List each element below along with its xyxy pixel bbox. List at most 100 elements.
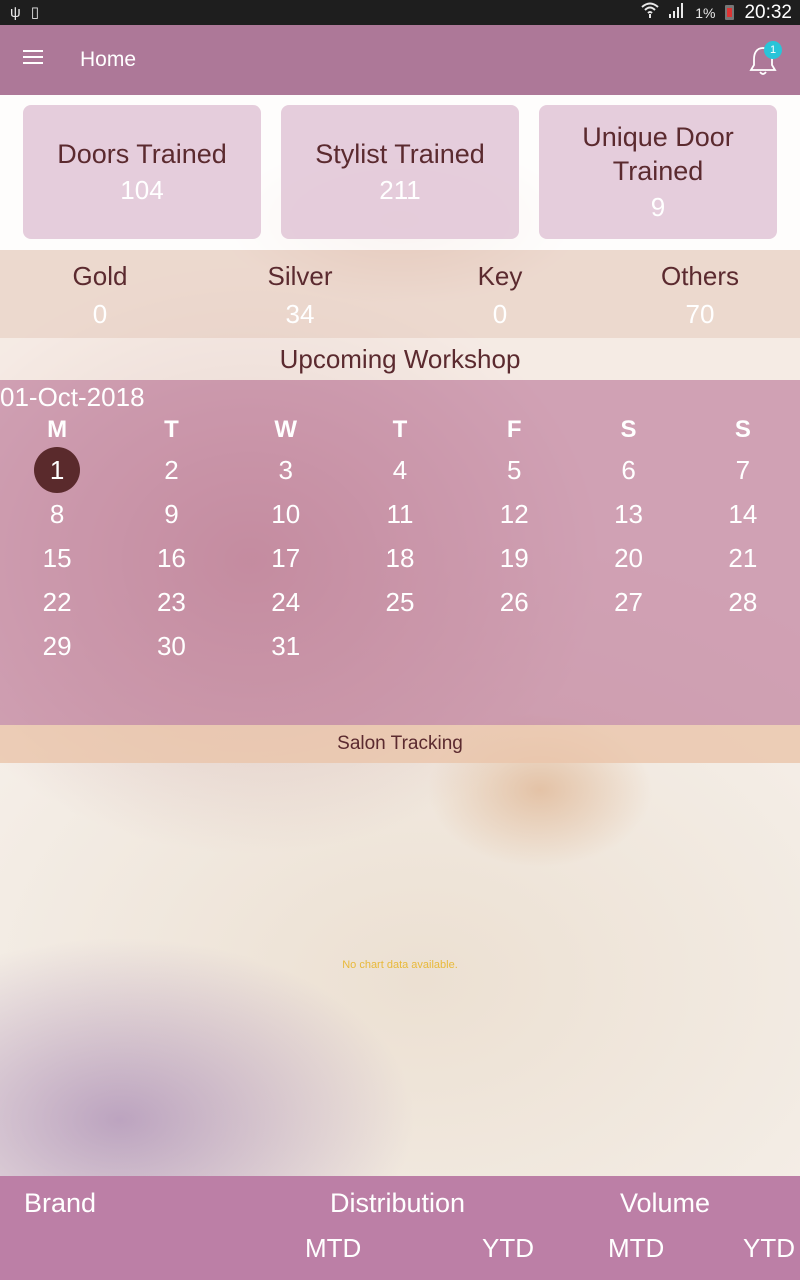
calendar-day-number: 27	[614, 586, 643, 617]
calendar-day-number: 30	[156, 630, 186, 661]
no-sim-icon: ▯	[30, 4, 39, 21]
calendar-day[interactable]: 9	[114, 492, 228, 536]
calendar-day[interactable]: 10	[229, 492, 343, 536]
signal-icon	[669, 2, 685, 23]
column-header-distribution-ytd: YTD	[482, 1233, 534, 1263]
calendar-weekday: F	[506, 416, 522, 443]
calendar-week-row: 15 16 17 18 19 20 21	[0, 536, 800, 580]
stats-section: Doors Trained 104 Stylist Trained 211 Un…	[0, 95, 800, 250]
calendar-day-number: 31	[271, 630, 301, 661]
brand-table-header: Brand Distribution Volume MTD YTD MTD YT…	[0, 1176, 800, 1280]
empty-chart-message: No chart data available.	[342, 959, 458, 971]
calendar-date: 01-Oct-2018	[0, 382, 145, 412]
calendar-day-number: 28	[728, 586, 758, 617]
calendar-day-number: 22	[42, 586, 72, 617]
calendar-day-number: 20	[614, 542, 643, 573]
stat-card-doors-trained[interactable]: Doors Trained 104	[23, 105, 261, 239]
stat-card-unique-door-trained[interactable]: Unique Door Trained 9	[539, 105, 777, 239]
calendar-day[interactable]: 5	[457, 448, 571, 492]
calendar-weekday: M	[47, 416, 68, 443]
calendar-day-number: 5	[507, 454, 522, 485]
stat-value: 211	[379, 175, 421, 205]
section-title-upcoming-workshop: Upcoming Workshop	[0, 338, 800, 380]
calendar-week-row: 1 2 3 4 5 6 7	[0, 447, 800, 493]
tier-label: Key	[477, 261, 523, 291]
calendar-weekday: W	[274, 416, 298, 443]
calendar-weekday: T	[164, 416, 179, 443]
calendar-day[interactable]: 26	[457, 580, 571, 624]
calendar-week-row: 29 30 31	[0, 624, 800, 668]
calendar-day[interactable]: 27	[571, 580, 685, 624]
menu-button[interactable]	[0, 25, 72, 95]
calendar-day-number: 9	[164, 498, 179, 529]
calendar-week-row: 8 9 10 11 12 13 14	[0, 492, 800, 536]
calendar-empty-cell	[343, 624, 457, 668]
tier-gold: Gold 0	[0, 250, 200, 338]
calendar-day[interactable]: 25	[343, 580, 457, 624]
calendar-day-number: 1	[34, 447, 81, 493]
calendar-day[interactable]: 4	[343, 448, 457, 492]
notifications-button[interactable]: 1	[746, 39, 782, 79]
calendar-day-number: 29	[42, 630, 72, 661]
calendar-day-number: 17	[271, 542, 301, 573]
battery-icon	[725, 5, 735, 20]
app-bar: Home 1	[0, 25, 800, 95]
calendar-day[interactable]: 16	[114, 536, 228, 580]
tier-label: Others	[660, 261, 740, 291]
calendar-day[interactable]: 1	[0, 447, 114, 493]
calendar-weekday: T	[392, 416, 408, 443]
calendar-day[interactable]: 21	[686, 536, 800, 580]
calendar-day-number: 12	[499, 498, 529, 529]
calendar-day-number: 2	[164, 454, 179, 485]
clock: 20:32	[744, 1, 792, 23]
calendar-day-number: 14	[728, 498, 758, 529]
calendar-day[interactable]: 23	[114, 580, 228, 624]
calendar-day-number: 11	[386, 498, 414, 529]
stat-label: Unique Door Trained	[582, 122, 734, 186]
calendar-day[interactable]: 6	[571, 448, 685, 492]
calendar-weekday-row: MTWTFSS	[0, 412, 800, 448]
calendar-day-number: 26	[499, 586, 529, 617]
calendar-grid: M T W T F S S 1 2 3 4 5 6 7 8 9 10 11 12 13 14 15 16 17 18 19 20 21…	[0, 412, 800, 668]
calendar-week-row: 22 23 24 25 26 27 28	[0, 580, 800, 624]
calendar-day[interactable]: 7	[686, 448, 800, 492]
calendar-day[interactable]: 18	[343, 536, 457, 580]
calendar-day[interactable]: 2	[114, 448, 228, 492]
calendar-day[interactable]: 17	[229, 536, 343, 580]
calendar-day-number: 23	[156, 586, 186, 617]
column-header-volume: Volume	[620, 1188, 711, 1218]
calendar-weekday: S	[620, 416, 637, 443]
calendar-day[interactable]: 8	[0, 492, 114, 536]
calendar-day[interactable]: 28	[686, 580, 800, 624]
status-bar: ψ ▯ 1% 20:32	[0, 0, 800, 25]
stat-card-stylist-trained[interactable]: Stylist Trained 211	[281, 105, 519, 239]
calendar-day[interactable]: 12	[457, 492, 571, 536]
calendar-day[interactable]: 3	[229, 448, 343, 492]
calendar-day[interactable]: 29	[0, 624, 114, 668]
calendar-day-number: 21	[728, 542, 758, 573]
column-header-volume-mtd: MTD	[608, 1233, 665, 1263]
hamburger-icon	[23, 50, 43, 64]
calendar-day-number: 4	[392, 454, 408, 485]
page-title: Home	[80, 48, 137, 71]
calendar-day[interactable]: 19	[457, 536, 571, 580]
calendar-day-number: 24	[271, 586, 301, 617]
calendar-day[interactable]: 13	[571, 492, 685, 536]
salon-tracking-chart: No chart data available.	[0, 763, 800, 1176]
calendar-day[interactable]: 22	[0, 580, 114, 624]
calendar-empty-cell	[686, 624, 800, 668]
tier-label: Silver	[267, 261, 333, 291]
stat-label: Stylist Trained	[315, 139, 485, 169]
calendar-day[interactable]: 11	[343, 492, 457, 536]
stat-value: 9	[650, 192, 666, 222]
calendar-empty-cell	[457, 624, 571, 668]
calendar-day[interactable]: 14	[686, 492, 800, 536]
tier-value: 34	[285, 299, 315, 329]
calendar-day[interactable]: 20	[571, 536, 685, 580]
calendar-day[interactable]: 24	[229, 580, 343, 624]
workshop-calendar: 01-Oct-2018 M T W T F S S 1 2 3 4 5 6 7 8 9 10 11 12 13 14 15…	[0, 380, 800, 725]
calendar-day[interactable]: 30	[114, 624, 228, 668]
tier-key: Key 0	[400, 250, 600, 338]
calendar-day[interactable]: 15	[0, 536, 114, 580]
calendar-day[interactable]: 31	[229, 624, 343, 668]
